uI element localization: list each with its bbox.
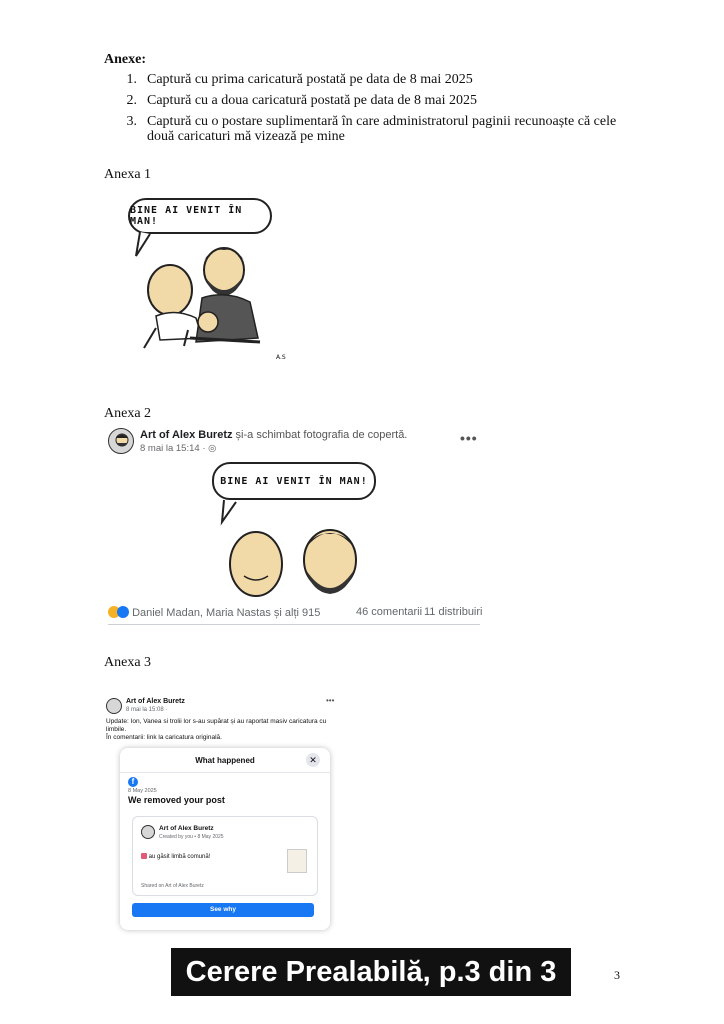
annex-list: 1. Captură cu prima caricatură postată pe… <box>104 72 634 150</box>
card-meta: Created by you • 8 May 2025 <box>159 834 224 840</box>
comments-count[interactable]: 46 comentarii <box>356 606 422 618</box>
annex-3-screenshot: Art of Alex Buretz 8 mai la 15:08 · ••• … <box>104 696 340 932</box>
annex-list-item: 1. Captură cu prima caricatură postată pe… <box>126 72 473 87</box>
what-happened-dialog: What happened ✕ f 8 May 2025 We removed … <box>120 748 330 930</box>
divider <box>120 772 330 773</box>
annex-2-label: Anexa 2 <box>104 406 152 421</box>
post-author[interactable]: Art of Alex Buretz <box>126 698 185 705</box>
shares-count[interactable]: 11 distribuiri <box>424 606 483 618</box>
post-action: și-a schimbat fotografia de copertă. <box>232 429 408 441</box>
page-avatar[interactable] <box>106 698 122 714</box>
card-text: au găsit limbă comună! <box>148 854 211 860</box>
removed-post-card[interactable]: Art of Alex Buretz Created by you • 8 Ma… <box>132 816 318 896</box>
caricature-drawing <box>135 231 261 349</box>
close-icon[interactable]: ✕ <box>306 753 320 767</box>
annex-list-item: 3. Captură cu o postare suplimentară în c… <box>126 114 617 144</box>
annex-heading: Anexe: <box>104 52 146 67</box>
annex-2-caricature: BINE AI VENIT ÎN MAN! <box>210 460 380 600</box>
emoji-icon <box>141 853 147 859</box>
post-timestamp[interactable]: 8 mai la 15:14 · <box>140 443 208 454</box>
annex-1-label: Anexa 1 <box>104 167 152 182</box>
caricature-drawing <box>220 499 357 597</box>
facebook-logo-icon: f <box>128 777 138 787</box>
more-options-icon[interactable]: ••• <box>326 696 334 705</box>
annex-2-facebook-post: Art of Alex Buretz și-a schimbat fotogra… <box>106 426 483 626</box>
post-comment-text: În comentarii: link la caricatura origin… <box>106 734 222 741</box>
dialog-headline: We removed your post <box>128 795 225 805</box>
reactions-summary[interactable]: Daniel Madan, Maria Nastas și alți 915 <box>132 607 320 619</box>
artist-signature: A.S <box>276 354 286 361</box>
like-reaction-icon <box>117 606 129 618</box>
avatar-face-icon <box>115 433 129 447</box>
dialog-title: What happened <box>195 756 255 765</box>
card-footer: Shared on Art of Alex Buretz <box>141 883 204 889</box>
annex-1-caricature: BINE AI VENIT ÎN MAN! A.S <box>126 198 306 370</box>
post-update-text: Update: Ion, Vanea si trolii lor s-au su… <box>106 718 327 733</box>
card-author: Art of Alex Buretz <box>159 825 214 832</box>
more-options-icon[interactable]: ••• <box>460 430 478 446</box>
divider <box>108 624 480 625</box>
dialog-date: 8 May 2025 <box>128 788 157 794</box>
globe-icon: ◎ <box>208 443 217 454</box>
annex-3-label: Anexa 3 <box>104 655 152 670</box>
see-why-button[interactable]: See why <box>132 903 314 917</box>
post-timestamp[interactable]: 8 mai la 15:08 · <box>126 707 167 713</box>
annex-list-item: 2. Captură cu a doua caricatură postată p… <box>126 93 478 108</box>
page-number: 3 <box>614 968 620 982</box>
card-avatar <box>141 825 155 839</box>
footer-banner: Cerere Prealabilă, p.3 din 3 <box>171 948 571 996</box>
document-page: Anexe: 1. Captură cu prima caricatură pos… <box>0 0 724 1024</box>
card-thumbnail <box>287 849 307 873</box>
post-author[interactable]: Art of Alex Buretz <box>140 429 233 441</box>
page-avatar[interactable] <box>108 428 134 454</box>
